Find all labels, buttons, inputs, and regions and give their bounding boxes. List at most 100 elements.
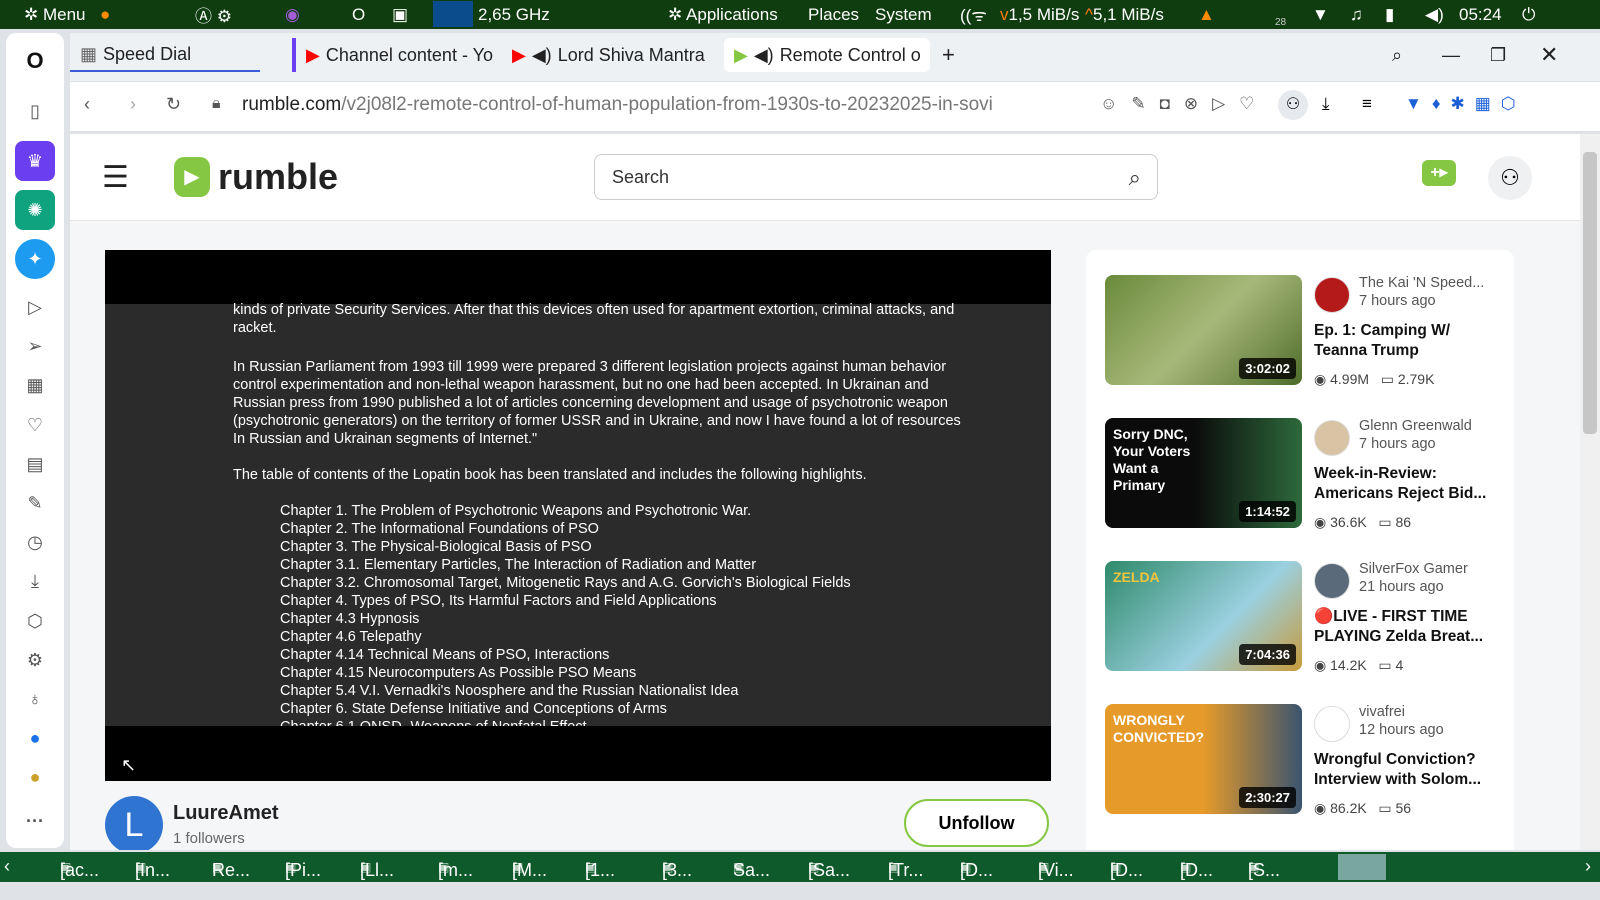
- taskbar-scroll-left[interactable]: ‹: [4, 856, 10, 877]
- upload-video-icon[interactable]: +▸: [1422, 160, 1456, 186]
- system-menu[interactable]: System: [875, 5, 932, 25]
- channel-name[interactable]: LuureAmet: [173, 802, 279, 825]
- video-title[interactable]: Ep. 1: Camping W/ Teanna Trump: [1314, 321, 1504, 361]
- rumble-logo[interactable]: ▶ rumble: [174, 156, 338, 198]
- downloads-icon[interactable]: ⤓: [21, 567, 49, 595]
- reading-list-icon[interactable]: ▯: [21, 97, 49, 125]
- video-player[interactable]: kinds of private Security Services. Afte…: [105, 250, 1051, 781]
- new-tab-button[interactable]: +: [932, 38, 962, 72]
- reload-button[interactable]: ↻: [166, 94, 181, 115]
- bell-icon[interactable]: ♫: [1350, 5, 1363, 25]
- places-menu[interactable]: Places: [808, 5, 859, 25]
- chapter-item: Chapter 3.1. Elementary Particles, The I…: [280, 557, 757, 573]
- channel-avatar[interactable]: [1314, 420, 1350, 456]
- taskbar-scroll-right[interactable]: ›: [1585, 856, 1591, 877]
- profile-icon[interactable]: ⚇: [1278, 90, 1308, 120]
- heart-icon[interactable]: ♡: [21, 411, 49, 439]
- easy-setup-icon[interactable]: ≡: [1362, 94, 1372, 114]
- channel-name[interactable]: SilverFox Gamer: [1359, 561, 1468, 577]
- video-thumbnail[interactable]: ZELDA 7:04:36: [1105, 561, 1302, 671]
- url-field[interactable]: rumble.com/v2j08l2-remote-control-of-hum…: [242, 94, 1147, 116]
- tor-icon[interactable]: ◉: [285, 5, 300, 25]
- taskbar-active-slot[interactable]: [1338, 854, 1386, 880]
- tab-speed-dial[interactable]: ▦ Speed Dial: [70, 38, 260, 72]
- volume-icon[interactable]: ◀): [1425, 5, 1444, 25]
- vlc-icon[interactable]: ▲: [1198, 5, 1215, 25]
- channel-avatar[interactable]: [1314, 277, 1350, 313]
- chapter-item: Chapter 6.1 ONSD- Weapons of Nonfatal Ef…: [280, 718, 1000, 726]
- minimize-button[interactable]: —: [1432, 38, 1462, 72]
- tab-remote-control[interactable]: ▶ ◀) Remote Control o: [724, 38, 930, 72]
- terminal-icon[interactable]: ▣: [392, 5, 408, 25]
- comments-icon: ▭: [1378, 657, 1392, 673]
- crown-icon[interactable]: ♛: [15, 141, 55, 181]
- more-icon[interactable]: ···: [21, 807, 49, 835]
- app-icon[interactable]: Ⓐ ⚙: [195, 2, 232, 27]
- twitter-icon[interactable]: ✦: [15, 239, 55, 279]
- opera-logo-icon[interactable]: O: [21, 47, 49, 75]
- forward-button[interactable]: ›: [130, 94, 136, 115]
- network-icon[interactable]: ▼: [1312, 5, 1329, 25]
- related-video-card[interactable]: WRONGLY CONVICTED? 2:30:27 vivafrei 12 ho…: [1105, 704, 1505, 816]
- applications-menu[interactable]: ✲ Applications: [668, 5, 778, 25]
- channel-avatar[interactable]: L: [105, 796, 163, 850]
- views-icon: ◉: [1314, 371, 1327, 387]
- channel-name[interactable]: The Kai 'N Speed...: [1359, 275, 1484, 291]
- related-video-card[interactable]: 3:02:02 The Kai 'N Speed... 7 hours ago …: [1105, 275, 1505, 387]
- video-title[interactable]: Wrongful Conviction? Interview with Solo…: [1314, 750, 1504, 790]
- scrollbar-thumb[interactable]: [1583, 152, 1597, 434]
- user-account-icon[interactable]: ⚇: [1488, 156, 1532, 200]
- video-thumbnail[interactable]: 3:02:02: [1105, 275, 1302, 385]
- views-icon: ◉: [1314, 800, 1327, 816]
- close-window-button[interactable]: ✕: [1530, 38, 1560, 72]
- channel-avatar[interactable]: [1314, 563, 1350, 599]
- related-video-card[interactable]: Sorry DNC, Your Voters Want a Primary 1:1…: [1105, 418, 1505, 530]
- search-input[interactable]: Search ⌕: [594, 154, 1158, 200]
- rumble-icon: ▶: [734, 44, 748, 65]
- thumbnail-text: ZELDA: [1113, 569, 1160, 585]
- menu-button[interactable]: ✲ Menu: [24, 5, 86, 25]
- chat-icon[interactable]: ●: [21, 724, 49, 752]
- unfollow-button[interactable]: Unfollow: [904, 799, 1049, 847]
- channel-name[interactable]: Glenn Greenwald: [1359, 418, 1472, 434]
- player-icon[interactable]: ▷: [21, 293, 49, 321]
- battery-icon[interactable]: ▮: [1385, 5, 1394, 25]
- firefox-icon[interactable]: ●: [100, 5, 110, 25]
- video-text-paragraph: The table of contents of the Lopatin boo…: [233, 467, 867, 483]
- video-thumbnail[interactable]: Sorry DNC, Your Voters Want a Primary 1:1…: [1105, 418, 1302, 528]
- history-icon[interactable]: ◷: [21, 528, 49, 556]
- video-text-paragraph: kinds of private Security Services. Afte…: [233, 302, 955, 336]
- download-icon[interactable]: ⤓: [1322, 94, 1330, 114]
- opera-icon[interactable]: O: [352, 5, 365, 25]
- tab-channel-content[interactable]: ▶ Channel content - Yo: [292, 38, 502, 72]
- tab-lord-shiva[interactable]: ▶ ◀) Lord Shiva Mantra: [502, 38, 717, 72]
- page-scrollbar[interactable]: [1580, 134, 1600, 850]
- video-title[interactable]: 🔴LIVE - FIRST TIME PLAYING Zelda Breat..…: [1314, 607, 1504, 647]
- video-title[interactable]: Week-in-Review: Americans Reject Bid...: [1314, 464, 1504, 504]
- extension-icons[interactable]: ▼♦✱▦⬡: [1405, 94, 1526, 114]
- pinboard-icon[interactable]: ✎: [21, 489, 49, 517]
- apps-icon[interactable]: ▦: [21, 371, 49, 399]
- maximize-button[interactable]: ❐: [1480, 38, 1510, 72]
- back-button[interactable]: ‹: [84, 94, 90, 115]
- settings-icon[interactable]: ⚙: [21, 646, 49, 674]
- extensions-icon[interactable]: ⬡: [21, 607, 49, 635]
- channel-avatar[interactable]: [1314, 706, 1350, 742]
- power-icon[interactable]: ⏻: [1522, 5, 1535, 25]
- tips-icon[interactable]: ♁: [21, 685, 49, 713]
- related-video-card[interactable]: ZELDA 7:04:36 SilverFox Gamer 21 hours ag…: [1105, 561, 1505, 673]
- wallet-icon[interactable]: ●: [21, 763, 49, 791]
- news-icon[interactable]: ▤: [21, 450, 49, 478]
- video-stats: ◉ 36.6K ▭ 86: [1314, 514, 1412, 530]
- chapter-item: Chapter 2. The Informational Foundations…: [280, 521, 599, 537]
- chapter-item: Chapter 6. State Defense Initiative and …: [280, 701, 667, 717]
- video-thumbnail[interactable]: WRONGLY CONVICTED? 2:30:27: [1105, 704, 1302, 814]
- send-icon[interactable]: ➢: [21, 332, 49, 360]
- address-bar-actions[interactable]: ☺✎◘⊗▷♡: [1100, 94, 1268, 114]
- search-icon[interactable]: ⌕: [1129, 165, 1141, 191]
- chatgpt-icon[interactable]: ✺: [15, 190, 55, 230]
- hamburger-menu-icon[interactable]: ☰: [102, 160, 129, 195]
- search-tabs-icon[interactable]: ⌕: [1382, 38, 1412, 72]
- channel-name[interactable]: vivafrei: [1359, 704, 1405, 720]
- chapter-item: Chapter 4.3 Hypnosis: [280, 611, 420, 627]
